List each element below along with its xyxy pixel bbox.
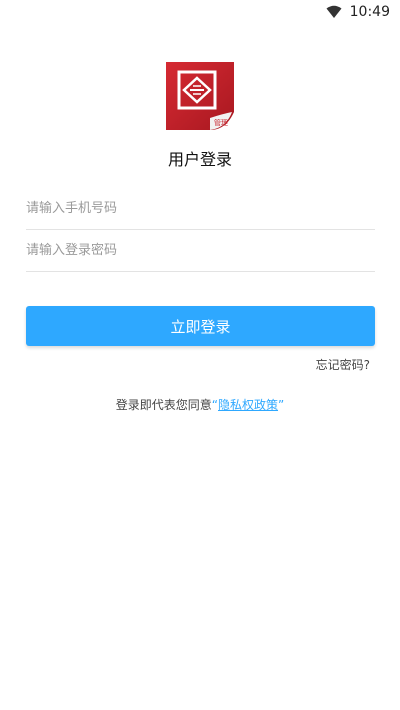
agreement-text: 登录即代表您同意“隐私权政策” [0, 396, 400, 413]
close-quote: ” [278, 398, 285, 412]
password-input[interactable] [26, 230, 375, 271]
privacy-policy-link[interactable]: 隐私权政策 [218, 398, 278, 412]
agreement-prefix: 登录即代表您同意 [115, 398, 212, 412]
page-title: 用户登录 [167, 150, 232, 169]
status-time: 10:49 [349, 4, 390, 20]
phone-field[interactable] [26, 188, 375, 230]
logo-badge-text: 管理 [214, 118, 228, 127]
status-bar: 10:49 [0, 0, 400, 24]
login-button[interactable]: 立即登录 [26, 306, 375, 346]
wifi-icon [326, 5, 342, 18]
password-field[interactable] [26, 230, 375, 272]
phone-input[interactable] [26, 188, 375, 229]
forgot-password-link[interactable]: 忘记密码? [316, 356, 370, 373]
app-logo: 管理 [166, 62, 234, 130]
